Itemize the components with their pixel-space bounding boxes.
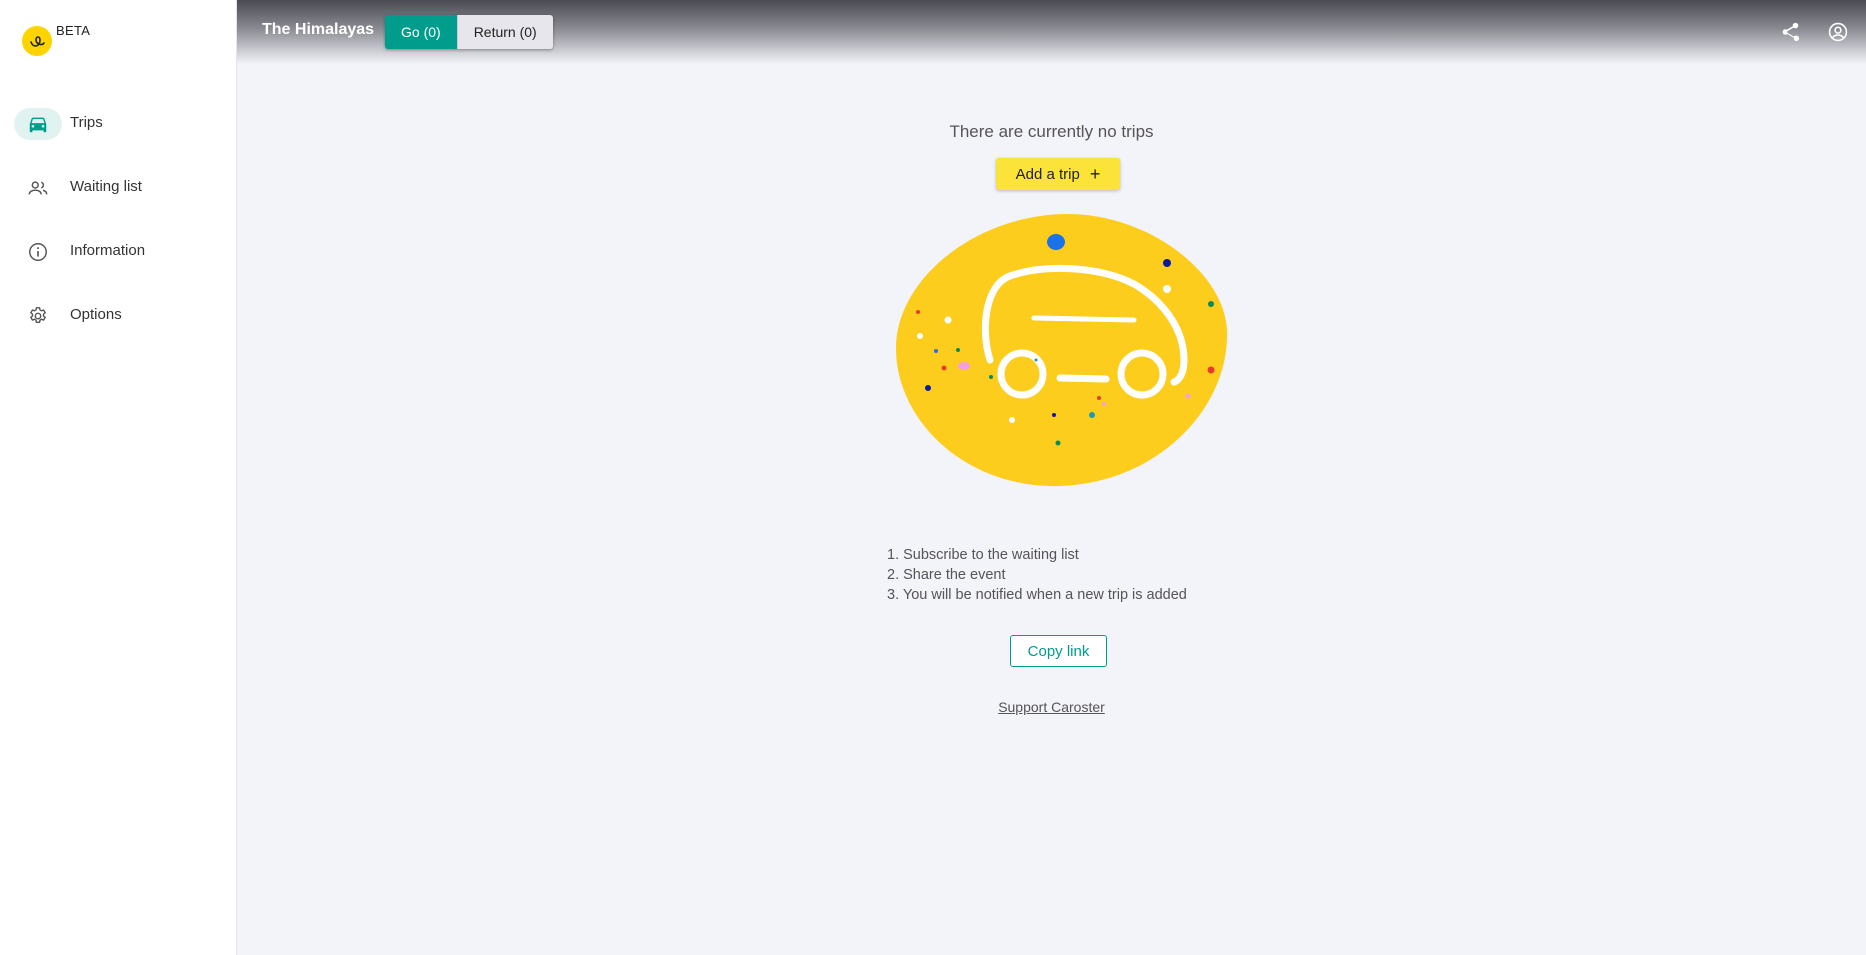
steps-list: 1. Subscribe to the waiting list 2. Shar… <box>887 545 1247 605</box>
empty-state-title: There are currently no trips <box>949 122 1154 141</box>
sidebar-item-waiting-list[interactable]: Waiting list <box>0 156 237 220</box>
add-trip-label: Add a trip <box>1015 165 1080 183</box>
sidebar-item-label: Options <box>70 306 122 323</box>
info-icon <box>14 236 62 268</box>
sidebar-item-label: Trips <box>70 114 103 131</box>
sidebar-nav: Trips Waiting list Information Options <box>0 92 237 348</box>
top-bar: The Himalayas Go (0) Return (0) <box>237 0 1866 64</box>
car-illustration <box>894 210 1229 490</box>
gear-icon <box>14 300 62 332</box>
step-item: 1. Subscribe to the waiting list <box>887 547 1079 563</box>
sidebar-item-label: Information <box>70 242 146 259</box>
main-content: There are currently no trips Add a trip … <box>237 64 1866 955</box>
sidebar-item-options[interactable]: Options <box>0 284 237 348</box>
direction-toggle: Go (0) Return (0) <box>385 15 553 49</box>
sidebar: BETA Trips Waiting list Information Opti… <box>0 0 237 955</box>
step-item: 2. Share the event <box>887 567 1006 583</box>
plus-icon: + <box>1089 164 1101 184</box>
share-icon[interactable] <box>1779 21 1801 43</box>
event-title: The Himalayas <box>262 21 375 38</box>
people-icon <box>14 172 62 204</box>
caroster-logo[interactable] <box>22 26 52 56</box>
sidebar-item-information[interactable]: Information <box>0 220 237 284</box>
account-icon[interactable] <box>1827 21 1849 43</box>
beta-badge: BETA <box>56 23 91 38</box>
return-tab-button[interactable]: Return (0) <box>456 15 553 49</box>
sidebar-item-trips[interactable]: Trips <box>0 92 237 156</box>
car-icon <box>14 108 62 140</box>
app-root: BETA Trips Waiting list Information Opti… <box>0 0 1866 955</box>
go-tab-button[interactable]: Go (0) <box>385 15 457 49</box>
sidebar-item-label: Waiting list <box>70 178 142 195</box>
step-item: 3. You will be notified when a new trip … <box>887 587 1187 603</box>
support-link[interactable]: Support Caroster <box>237 699 1866 715</box>
copy-link-button[interactable]: Copy link <box>1010 635 1107 667</box>
add-trip-button[interactable]: Add a trip + <box>996 158 1120 190</box>
